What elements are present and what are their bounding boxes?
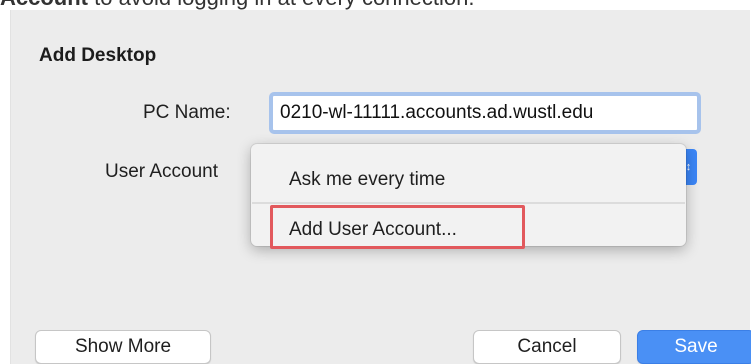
menu-item-ask-me-every-time[interactable]: Ask me every time	[289, 169, 445, 191]
instruction-line: Account to avoid logging in at every con…	[0, 0, 474, 10]
menu-item-add-user-account[interactable]: Add User Account...	[289, 219, 457, 241]
pc-name-label: PC Name:	[143, 102, 231, 123]
user-account-label: User Account	[105, 161, 218, 182]
up-down-chevron-icon: ↕	[685, 161, 692, 173]
instruction-bold: Account	[0, 0, 88, 10]
menu-separator	[252, 202, 685, 204]
save-button[interactable]: Save	[637, 330, 751, 364]
section-title: Add Desktop	[39, 45, 157, 66]
instruction-text: Account to avoid logging in at every con…	[0, 0, 751, 10]
add-desktop-dialog: Add Desktop PC Name: 0210-wl-11111.accou…	[10, 10, 751, 364]
pc-name-input[interactable]: 0210-wl-11111.accounts.ad.wustl.edu	[269, 92, 701, 134]
show-more-button[interactable]: Show More	[35, 330, 211, 364]
cancel-button[interactable]: Cancel	[473, 330, 621, 364]
instruction-rest: to avoid logging in at every connection.	[88, 0, 474, 10]
user-account-dropdown-menu: Ask me every time Add User Account...	[251, 144, 686, 249]
